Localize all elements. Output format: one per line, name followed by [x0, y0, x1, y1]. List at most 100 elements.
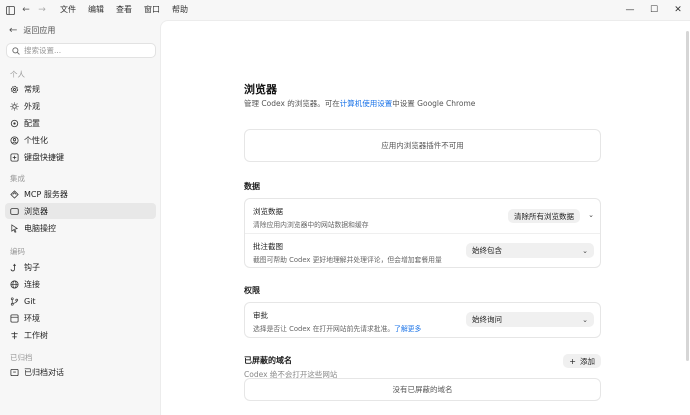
sidebar-item-label: 连接	[24, 279, 40, 289]
mcp-icon	[9, 189, 19, 199]
sidebar-item-hooks[interactable]: 钩子	[5, 259, 156, 275]
search-input[interactable]	[24, 46, 144, 55]
sidebar-item-config[interactable]: 配置	[5, 115, 156, 131]
git-branch-icon	[9, 296, 19, 306]
annotated-screenshot-select[interactable]: 始终包含 ⌄	[466, 243, 594, 258]
sidebar-item-shortcuts[interactable]: 键盘快捷键	[5, 149, 156, 165]
sidebar-item-label: 电脑操控	[24, 223, 56, 233]
sidebar-item-label: 个性化	[24, 135, 48, 145]
environment-icon	[9, 313, 19, 323]
learn-more-link[interactable]: 了解更多	[394, 325, 421, 333]
back-arrow-icon: ←	[9, 25, 18, 36]
browse-data-row: 浏览数据 清除应用内浏览器中的网站数据和缓存 清除所有浏览数据 ⌄	[245, 199, 600, 233]
back-to-app-link[interactable]: ← 返回应用	[9, 25, 55, 36]
sidebar-item-label: 浏览器	[24, 206, 48, 216]
sidebar-item-worktree[interactable]: 工作树	[5, 327, 156, 343]
forward-arrow-icon[interactable]: →	[34, 0, 50, 20]
person-icon	[9, 135, 19, 145]
menu-window[interactable]: 窗口	[144, 0, 160, 20]
browser-icon	[9, 206, 19, 216]
sidebar-item-archived-chats[interactable]: 已归档对话	[5, 364, 156, 380]
select-value: 始终包含	[472, 246, 502, 255]
worktree-icon	[9, 330, 19, 340]
sidebar-toggle-icon[interactable]	[2, 0, 18, 20]
sidebar-item-label: 键盘快捷键	[24, 152, 64, 162]
back-label: 返回应用	[23, 26, 56, 35]
browse-data-title: 浏览数据	[253, 207, 283, 216]
menu-bar: 文件 编辑 查看 窗口 帮助	[60, 0, 200, 20]
blocked-domains-empty: 没有已屏蔽的域名	[244, 378, 601, 401]
permissions-card: 审批 选择是否让 Codex 在打开网站前先请求批准。了解更多 始终询问 ⌄	[244, 302, 601, 338]
settings-panel: 浏览器 管理 Codex 的浏览器。可在计算机使用设置中设置 Google Ch…	[160, 20, 690, 415]
annotated-screenshot-row: 批注截图 截图可帮助 Codex 更好地理解并处理评论，但会增加套餐用量 始终包…	[245, 233, 600, 267]
data-card: 浏览数据 清除应用内浏览器中的网站数据和缓存 清除所有浏览数据 ⌄ 批注截图 截…	[244, 198, 601, 268]
annotated-screenshot-desc: 截图可帮助 Codex 更好地理解并处理评论，但会增加套餐用量	[253, 256, 442, 264]
sidebar-item-personalization[interactable]: 个性化	[5, 132, 156, 148]
sidebar-item-browser[interactable]: 浏览器	[5, 203, 156, 219]
sidebar-item-mcp[interactable]: MCP 服务器	[5, 186, 156, 202]
chevron-down-icon: ⌄	[582, 315, 588, 324]
group-label-personal: 个人	[10, 70, 25, 79]
group-label-archived: 已归档	[10, 353, 33, 362]
add-blocked-domain-button[interactable]: + 添加	[563, 354, 601, 368]
approval-desc: 选择是否让 Codex 在打开网站前先请求批准。了解更多	[253, 323, 421, 333]
sidebar-item-label: Git	[24, 296, 36, 306]
sun-icon	[9, 101, 19, 111]
cursor-icon	[9, 223, 19, 233]
computer-use-settings-link[interactable]: 计算机使用设置	[340, 99, 393, 108]
title-bar: ← → 文件 编辑 查看 窗口 帮助 — ☐ ✕	[0, 0, 690, 20]
approval-select[interactable]: 始终询问 ⌄	[466, 312, 594, 327]
approval-title: 审批	[253, 311, 268, 320]
page-desc-prefix: 管理 Codex 的浏览器。可在	[244, 99, 340, 108]
sidebar-item-label: 工作树	[24, 330, 48, 340]
settings-file-icon	[9, 118, 19, 128]
chevron-down-icon[interactable]: ⌄	[588, 211, 594, 219]
menu-file[interactable]: 文件	[60, 0, 76, 20]
search-icon	[12, 46, 20, 55]
gear-icon	[9, 84, 19, 94]
section-title-data: 数据	[244, 182, 260, 191]
menu-help[interactable]: 帮助	[172, 0, 188, 20]
plus-icon: +	[569, 356, 576, 366]
scrollbar[interactable]	[686, 31, 689, 361]
annotated-screenshot-title: 批注截图	[253, 242, 283, 251]
sidebar-item-label: 钩子	[24, 262, 40, 272]
window-controls: — ☐ ✕	[618, 0, 690, 20]
back-arrow-icon[interactable]: ←	[18, 0, 34, 20]
close-icon[interactable]: ✕	[666, 0, 690, 20]
section-title-permissions: 权限	[244, 286, 260, 295]
browse-data-desc: 清除应用内浏览器中的网站数据和缓存	[253, 221, 369, 229]
menu-view[interactable]: 查看	[116, 0, 132, 20]
sidebar-item-label: 环境	[24, 313, 40, 323]
archive-icon	[9, 367, 19, 377]
keyboard-icon	[9, 152, 19, 162]
sidebar-item-general[interactable]: 常规	[5, 81, 156, 97]
approval-desc-text: 选择是否让 Codex 在打开网站前先请求批准。	[253, 325, 395, 333]
sidebar-item-connections[interactable]: 连接	[5, 276, 156, 292]
settings-search[interactable]	[6, 43, 156, 58]
hook-icon	[9, 262, 19, 272]
clear-browsing-data-button[interactable]: 清除所有浏览数据	[508, 209, 580, 223]
select-value: 始终询问	[472, 315, 502, 324]
sidebar-item-git[interactable]: Git	[5, 293, 156, 309]
maximize-icon[interactable]: ☐	[642, 0, 666, 20]
sidebar-item-label: 已归档对话	[24, 367, 64, 377]
sidebar-item-label: MCP 服务器	[24, 189, 68, 199]
page-description: 管理 Codex 的浏览器。可在计算机使用设置中设置 Google Chrome	[244, 98, 475, 109]
sidebar-item-label: 外观	[24, 101, 40, 111]
group-label-coding: 编码	[10, 247, 25, 256]
sidebar-item-appearance[interactable]: 外观	[5, 98, 156, 114]
menu-edit[interactable]: 编辑	[88, 0, 104, 20]
group-label-integrations: 集成	[10, 174, 25, 183]
sidebar: ← 返回应用 个人 常规 外观 配置 个性化 键盘快捷键 集成 MCP 服务器 …	[0, 20, 160, 415]
globe-icon	[9, 279, 19, 289]
plugin-unavailable-notice: 应用内浏览器插件不可用	[244, 129, 601, 162]
chevron-down-icon: ⌄	[582, 246, 588, 255]
sidebar-item-computer-control[interactable]: 电脑操控	[5, 220, 156, 236]
sidebar-item-environment[interactable]: 环境	[5, 310, 156, 326]
minimize-icon[interactable]: —	[618, 0, 642, 20]
sidebar-item-label: 配置	[24, 118, 40, 128]
section-title-blocked-domains: 已屏蔽的域名	[244, 356, 292, 365]
sidebar-item-label: 常规	[24, 84, 40, 94]
page-desc-suffix: 中设置 Google Chrome	[392, 99, 476, 108]
